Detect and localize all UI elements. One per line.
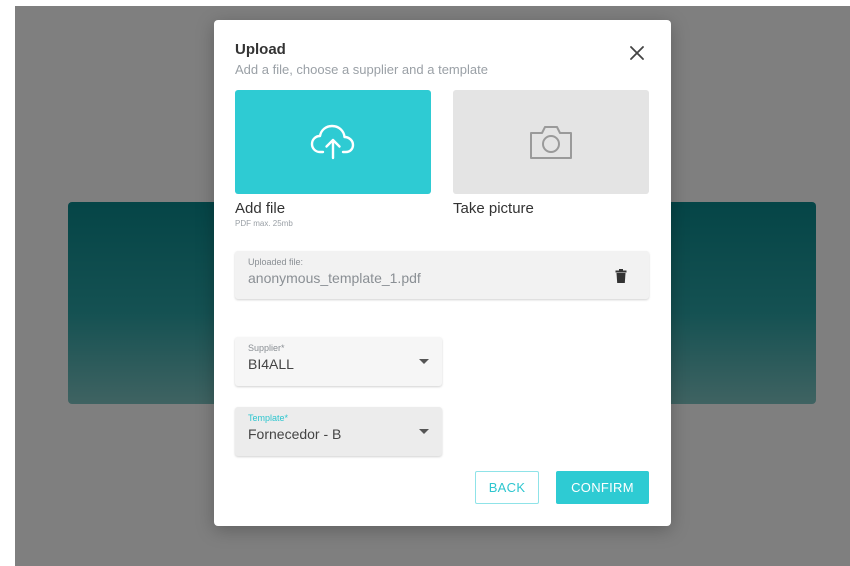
- take-picture-label: Take picture: [453, 200, 534, 217]
- confirm-button[interactable]: CONFIRM: [556, 471, 649, 504]
- supplier-value: BI4ALL: [248, 356, 294, 372]
- chevron-down-icon: [419, 359, 429, 364]
- close-icon: [630, 46, 644, 60]
- close-button[interactable]: [626, 42, 648, 64]
- back-button[interactable]: BACK: [475, 471, 539, 504]
- supplier-label: Supplier*: [248, 343, 285, 353]
- add-file-button[interactable]: [235, 90, 431, 194]
- supplier-select[interactable]: Supplier* BI4ALL: [235, 337, 442, 386]
- uploaded-file-name: anonymous_template_1.pdf: [248, 270, 421, 286]
- trash-icon[interactable]: [615, 269, 627, 283]
- uploaded-file-field: Uploaded file: anonymous_template_1.pdf: [235, 251, 649, 299]
- template-select[interactable]: Template* Fornecedor - B: [235, 407, 442, 456]
- add-file-label: Add file: [235, 200, 286, 217]
- add-file-hint: PDF max. 25mb: [235, 219, 293, 228]
- upload-dialog: Upload Add a file, choose a supplier and…: [214, 20, 671, 526]
- chevron-down-icon: [419, 429, 429, 434]
- dialog-subtitle: Add a file, choose a supplier and a temp…: [235, 62, 488, 77]
- template-label: Template*: [248, 413, 289, 423]
- uploaded-file-label: Uploaded file:: [248, 257, 304, 267]
- cloud-upload-icon: [310, 124, 355, 160]
- dialog-title: Upload: [235, 41, 286, 58]
- camera-icon: [530, 126, 572, 159]
- template-value: Fornecedor - B: [248, 426, 342, 442]
- take-picture-button[interactable]: [453, 90, 649, 194]
